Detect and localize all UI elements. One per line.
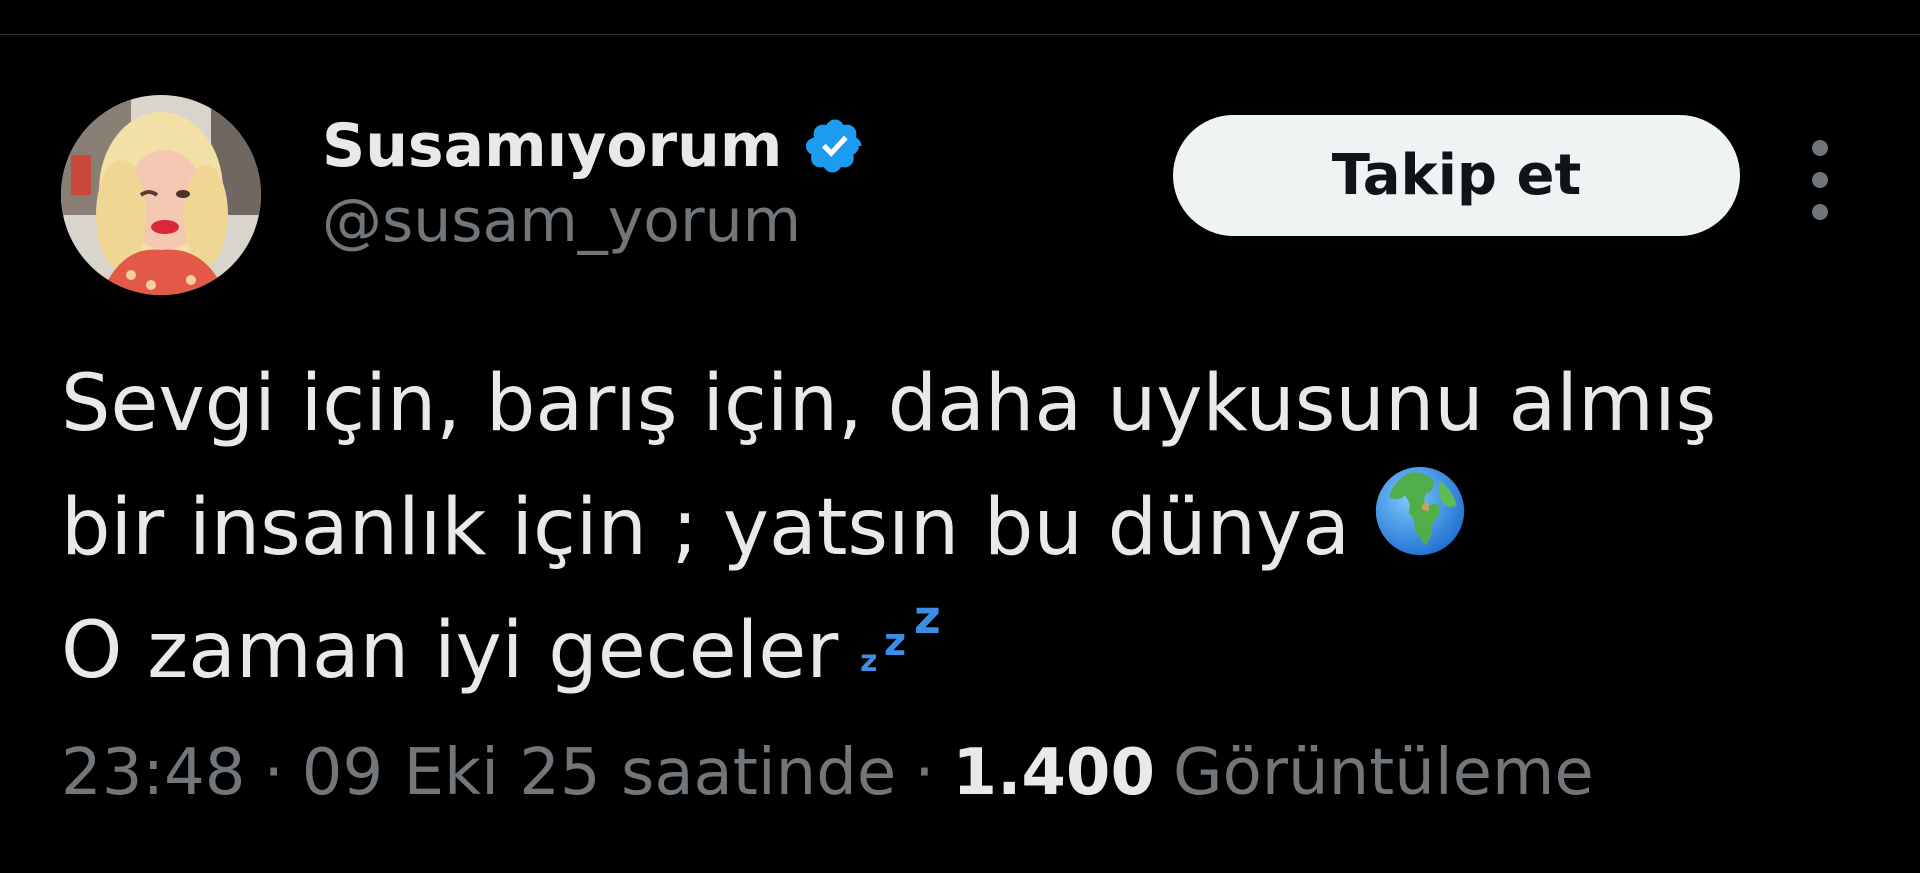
- tweet-date[interactable]: 09 Eki 25 saatinde: [302, 736, 896, 810]
- more-options-icon[interactable]: [1800, 140, 1840, 220]
- svg-text:z: z: [860, 644, 877, 677]
- tweet-text: Sevgi için, barış için, daha uykusunu al…: [61, 345, 1881, 710]
- follow-button[interactable]: Takip et: [1173, 115, 1740, 236]
- tweet-time[interactable]: 23:48: [61, 736, 245, 810]
- tweet-line-text: Sevgi için, barış için, daha uykusunu al…: [61, 359, 1717, 449]
- svg-text:z: z: [884, 620, 906, 664]
- globe-emoji-icon: [1372, 463, 1468, 592]
- more-dot: [1812, 140, 1828, 156]
- views-label: Görüntüleme: [1172, 736, 1594, 810]
- more-dot: [1812, 172, 1828, 188]
- views-count: 1.400: [952, 736, 1155, 810]
- tweet-line-2: bir insanlık için ; yatsın bu dünya: [61, 463, 1881, 592]
- verified-badge-icon[interactable]: [804, 115, 866, 177]
- tweet-meta: 23:48 · 09 Eki 25 saatinde · 1.400 Görün…: [61, 736, 1594, 810]
- separator: ·: [263, 736, 284, 810]
- tweet-card: Susamıyorum @susam_yorum Takip et Sevgi …: [0, 0, 1920, 873]
- author-identity: Susamıyorum @susam_yorum: [322, 106, 866, 256]
- tweet-line-text: O zaman iyi geceler: [61, 606, 839, 696]
- avatar-image: [61, 95, 261, 295]
- more-dot: [1812, 204, 1828, 220]
- name-row: Susamıyorum: [322, 106, 866, 186]
- author-handle[interactable]: @susam_yorum: [322, 186, 866, 256]
- svg-text:z: z: [914, 593, 941, 644]
- tweet-line-1: Sevgi için, barış için, daha uykusunu al…: [61, 345, 1881, 463]
- avatar[interactable]: [61, 95, 261, 295]
- author-display-name[interactable]: Susamıyorum: [322, 111, 782, 181]
- zzz-emoji-icon: z z z: [860, 590, 960, 710]
- tweet-line-text: bir insanlık için ; yatsın bu dünya: [61, 482, 1351, 573]
- separator: ·: [914, 736, 935, 810]
- tweet-line-3: O zaman iyi geceler z z z: [61, 590, 1881, 710]
